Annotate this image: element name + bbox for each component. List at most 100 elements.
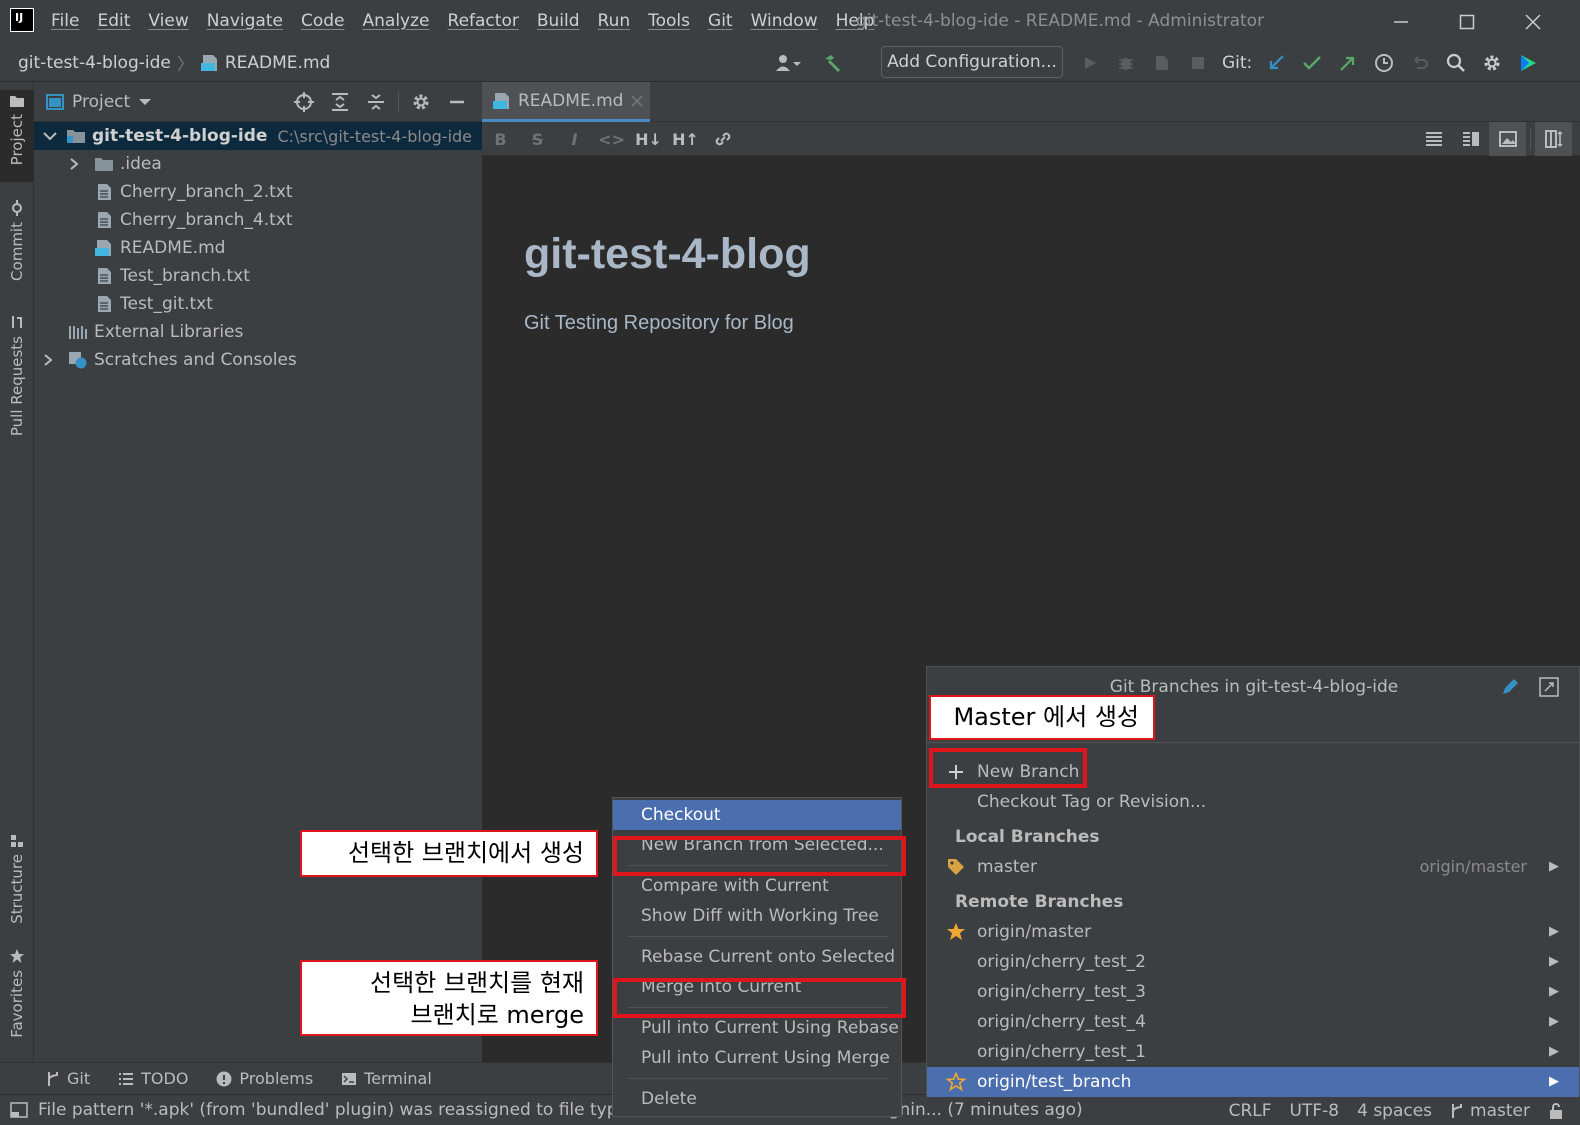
git-push-button[interactable] xyxy=(1330,43,1366,82)
tab-todo[interactable]: TODO xyxy=(118,1069,188,1088)
git-commit-button[interactable] xyxy=(1294,43,1330,82)
header-up-button[interactable]: H↑ xyxy=(667,122,704,156)
tab-problems[interactable]: Problems xyxy=(216,1069,313,1088)
minimize-button[interactable] xyxy=(1368,0,1434,43)
git-branch-widget[interactable]: master xyxy=(1450,1101,1530,1121)
menu-git[interactable]: Git xyxy=(699,0,742,43)
remote-branch-item[interactable]: origin/cherry_test_4 ▶ xyxy=(927,1007,1579,1037)
tree-item-file[interactable]: Cherry_branch_4.txt xyxy=(34,206,482,234)
chevron-down-icon xyxy=(43,132,57,141)
search-everywhere-button[interactable] xyxy=(1438,43,1474,82)
project-view-selector[interactable]: Project xyxy=(46,82,152,122)
push-arrow-icon xyxy=(1340,56,1355,71)
tag-icon xyxy=(945,856,967,878)
editor-tab-readme[interactable]: README.md xyxy=(482,82,650,122)
tab-favorites[interactable]: Favorites xyxy=(0,944,34,1038)
settings-button[interactable] xyxy=(1474,43,1510,82)
git-update-button[interactable] xyxy=(1258,43,1294,82)
remote-branch-item-selected[interactable]: origin/test_branch ▶ xyxy=(927,1067,1579,1097)
build-button[interactable] xyxy=(814,43,850,82)
tab-project[interactable]: Project xyxy=(0,90,34,182)
toggle-tool-windows-icon[interactable] xyxy=(10,1102,28,1118)
breadcrumb-file[interactable]: README.md xyxy=(225,53,330,73)
menu-view[interactable]: View xyxy=(139,0,197,43)
insert-link-button[interactable] xyxy=(704,122,741,156)
user-dropdown-button[interactable] xyxy=(770,43,806,82)
tree-item-scratches[interactable]: Scratches and Consoles xyxy=(34,346,482,374)
code-with-me-button[interactable] xyxy=(1510,43,1546,82)
indent-widget[interactable]: 4 spaces xyxy=(1357,1101,1432,1121)
debug-button[interactable] xyxy=(1108,43,1144,82)
tree-item-file[interactable]: Test_branch.txt xyxy=(34,262,482,290)
popup-resize-icon[interactable] xyxy=(1539,677,1559,697)
tree-item-path: C:\src\git-test-4-blog-ide xyxy=(277,126,473,146)
tab-terminal[interactable]: Terminal xyxy=(341,1069,432,1088)
editor-only-button[interactable] xyxy=(1415,122,1452,156)
expand-all-button[interactable] xyxy=(322,83,358,122)
menu-edit[interactable]: Edit xyxy=(88,0,139,43)
checkout-tag-item[interactable]: Checkout Tag or Revision... xyxy=(927,787,1579,817)
menu-run[interactable]: Run xyxy=(589,0,640,43)
hide-panel-button[interactable] xyxy=(439,83,475,122)
tree-item-idea[interactable]: .idea xyxy=(34,150,482,178)
remote-branch-item[interactable]: origin/cherry_test_2 ▶ xyxy=(927,947,1579,977)
preview-only-button[interactable] xyxy=(1489,122,1526,156)
local-branch-master[interactable]: master origin/master ▶ xyxy=(927,852,1579,882)
remote-branch-item[interactable]: origin/master ▶ xyxy=(927,917,1579,947)
run-button[interactable] xyxy=(1072,43,1108,82)
breadcrumb-project[interactable]: git-test-4-blog-ide xyxy=(18,53,171,73)
code-button[interactable]: <> xyxy=(593,122,630,156)
menu-analyze[interactable]: Analyze xyxy=(354,0,439,43)
git-rollback-button[interactable] xyxy=(1402,43,1438,82)
tab-structure[interactable]: Structure xyxy=(0,830,34,924)
git-history-button[interactable] xyxy=(1366,43,1402,82)
unlock-icon[interactable] xyxy=(1548,1102,1564,1119)
menu-navigate[interactable]: Navigate xyxy=(198,0,292,43)
sync-scroll-button[interactable] xyxy=(1535,122,1572,156)
tree-item-file[interactable]: README.md xyxy=(34,234,482,262)
menu-refactor[interactable]: Refactor xyxy=(439,0,528,43)
submenu-arrow-icon: ▶ xyxy=(1549,859,1559,874)
locate-file-button[interactable] xyxy=(286,83,322,122)
rebase-current-menu-item[interactable]: Rebase Current onto Selected xyxy=(613,942,901,972)
collapse-all-button[interactable] xyxy=(358,83,394,122)
left-tool-stripe: Project Commit Pull Requests Structure F… xyxy=(0,82,34,1062)
close-tab-icon[interactable] xyxy=(631,94,643,107)
tab-pull-requests[interactable]: Pull Requests xyxy=(0,310,34,436)
remote-branch-item[interactable]: origin/cherry_test_3 ▶ xyxy=(927,977,1579,1007)
menu-window[interactable]: Window xyxy=(742,0,827,43)
menu-tools[interactable]: Tools xyxy=(639,0,699,43)
strikethrough-button[interactable]: S xyxy=(519,122,556,156)
tree-item-file[interactable]: Cherry_branch_2.txt xyxy=(34,178,482,206)
tab-commit[interactable]: Commit xyxy=(0,196,34,281)
tree-item-external-libraries[interactable]: External Libraries xyxy=(34,318,482,346)
remote-branch-item[interactable]: origin/cherry_test_1 ▶ xyxy=(927,1037,1579,1067)
branch-name: origin/master xyxy=(977,922,1092,942)
coverage-button[interactable] xyxy=(1144,43,1180,82)
tab-todo-label: TODO xyxy=(141,1069,189,1088)
close-button[interactable] xyxy=(1500,0,1566,43)
add-configuration-button[interactable]: Add Configuration... xyxy=(881,46,1063,78)
maximize-button[interactable] xyxy=(1434,0,1500,43)
tree-item-project-root[interactable]: git-test-4-blog-ide C:\src\git-test-4-bl… xyxy=(34,122,482,150)
edit-pencil-icon[interactable] xyxy=(1500,677,1520,697)
header-down-button[interactable]: H↓ xyxy=(630,122,667,156)
line-separator-widget[interactable]: CRLF xyxy=(1229,1101,1272,1121)
tab-project-label: Project xyxy=(8,114,26,166)
bold-button[interactable]: B xyxy=(482,122,519,156)
menu-file[interactable]: File xyxy=(42,0,88,43)
panel-settings-button[interactable] xyxy=(403,83,439,122)
tab-git[interactable]: Git xyxy=(46,1069,90,1088)
pull-merge-menu-item[interactable]: Pull into Current Using Merge xyxy=(613,1043,901,1073)
editor-only-icon xyxy=(1425,132,1442,146)
italic-button[interactable]: I xyxy=(556,122,593,156)
delete-menu-item[interactable]: Delete xyxy=(613,1084,901,1114)
stop-button[interactable] xyxy=(1180,43,1216,82)
checkout-menu-item[interactable]: Checkout xyxy=(613,800,901,830)
editor-and-preview-button[interactable] xyxy=(1452,122,1489,156)
menu-build[interactable]: Build xyxy=(528,0,589,43)
show-diff-menu-item[interactable]: Show Diff with Working Tree xyxy=(613,901,901,931)
menu-code[interactable]: Code xyxy=(292,0,354,43)
encoding-widget[interactable]: UTF-8 xyxy=(1290,1101,1340,1121)
tree-item-file[interactable]: Test_git.txt xyxy=(34,290,482,318)
